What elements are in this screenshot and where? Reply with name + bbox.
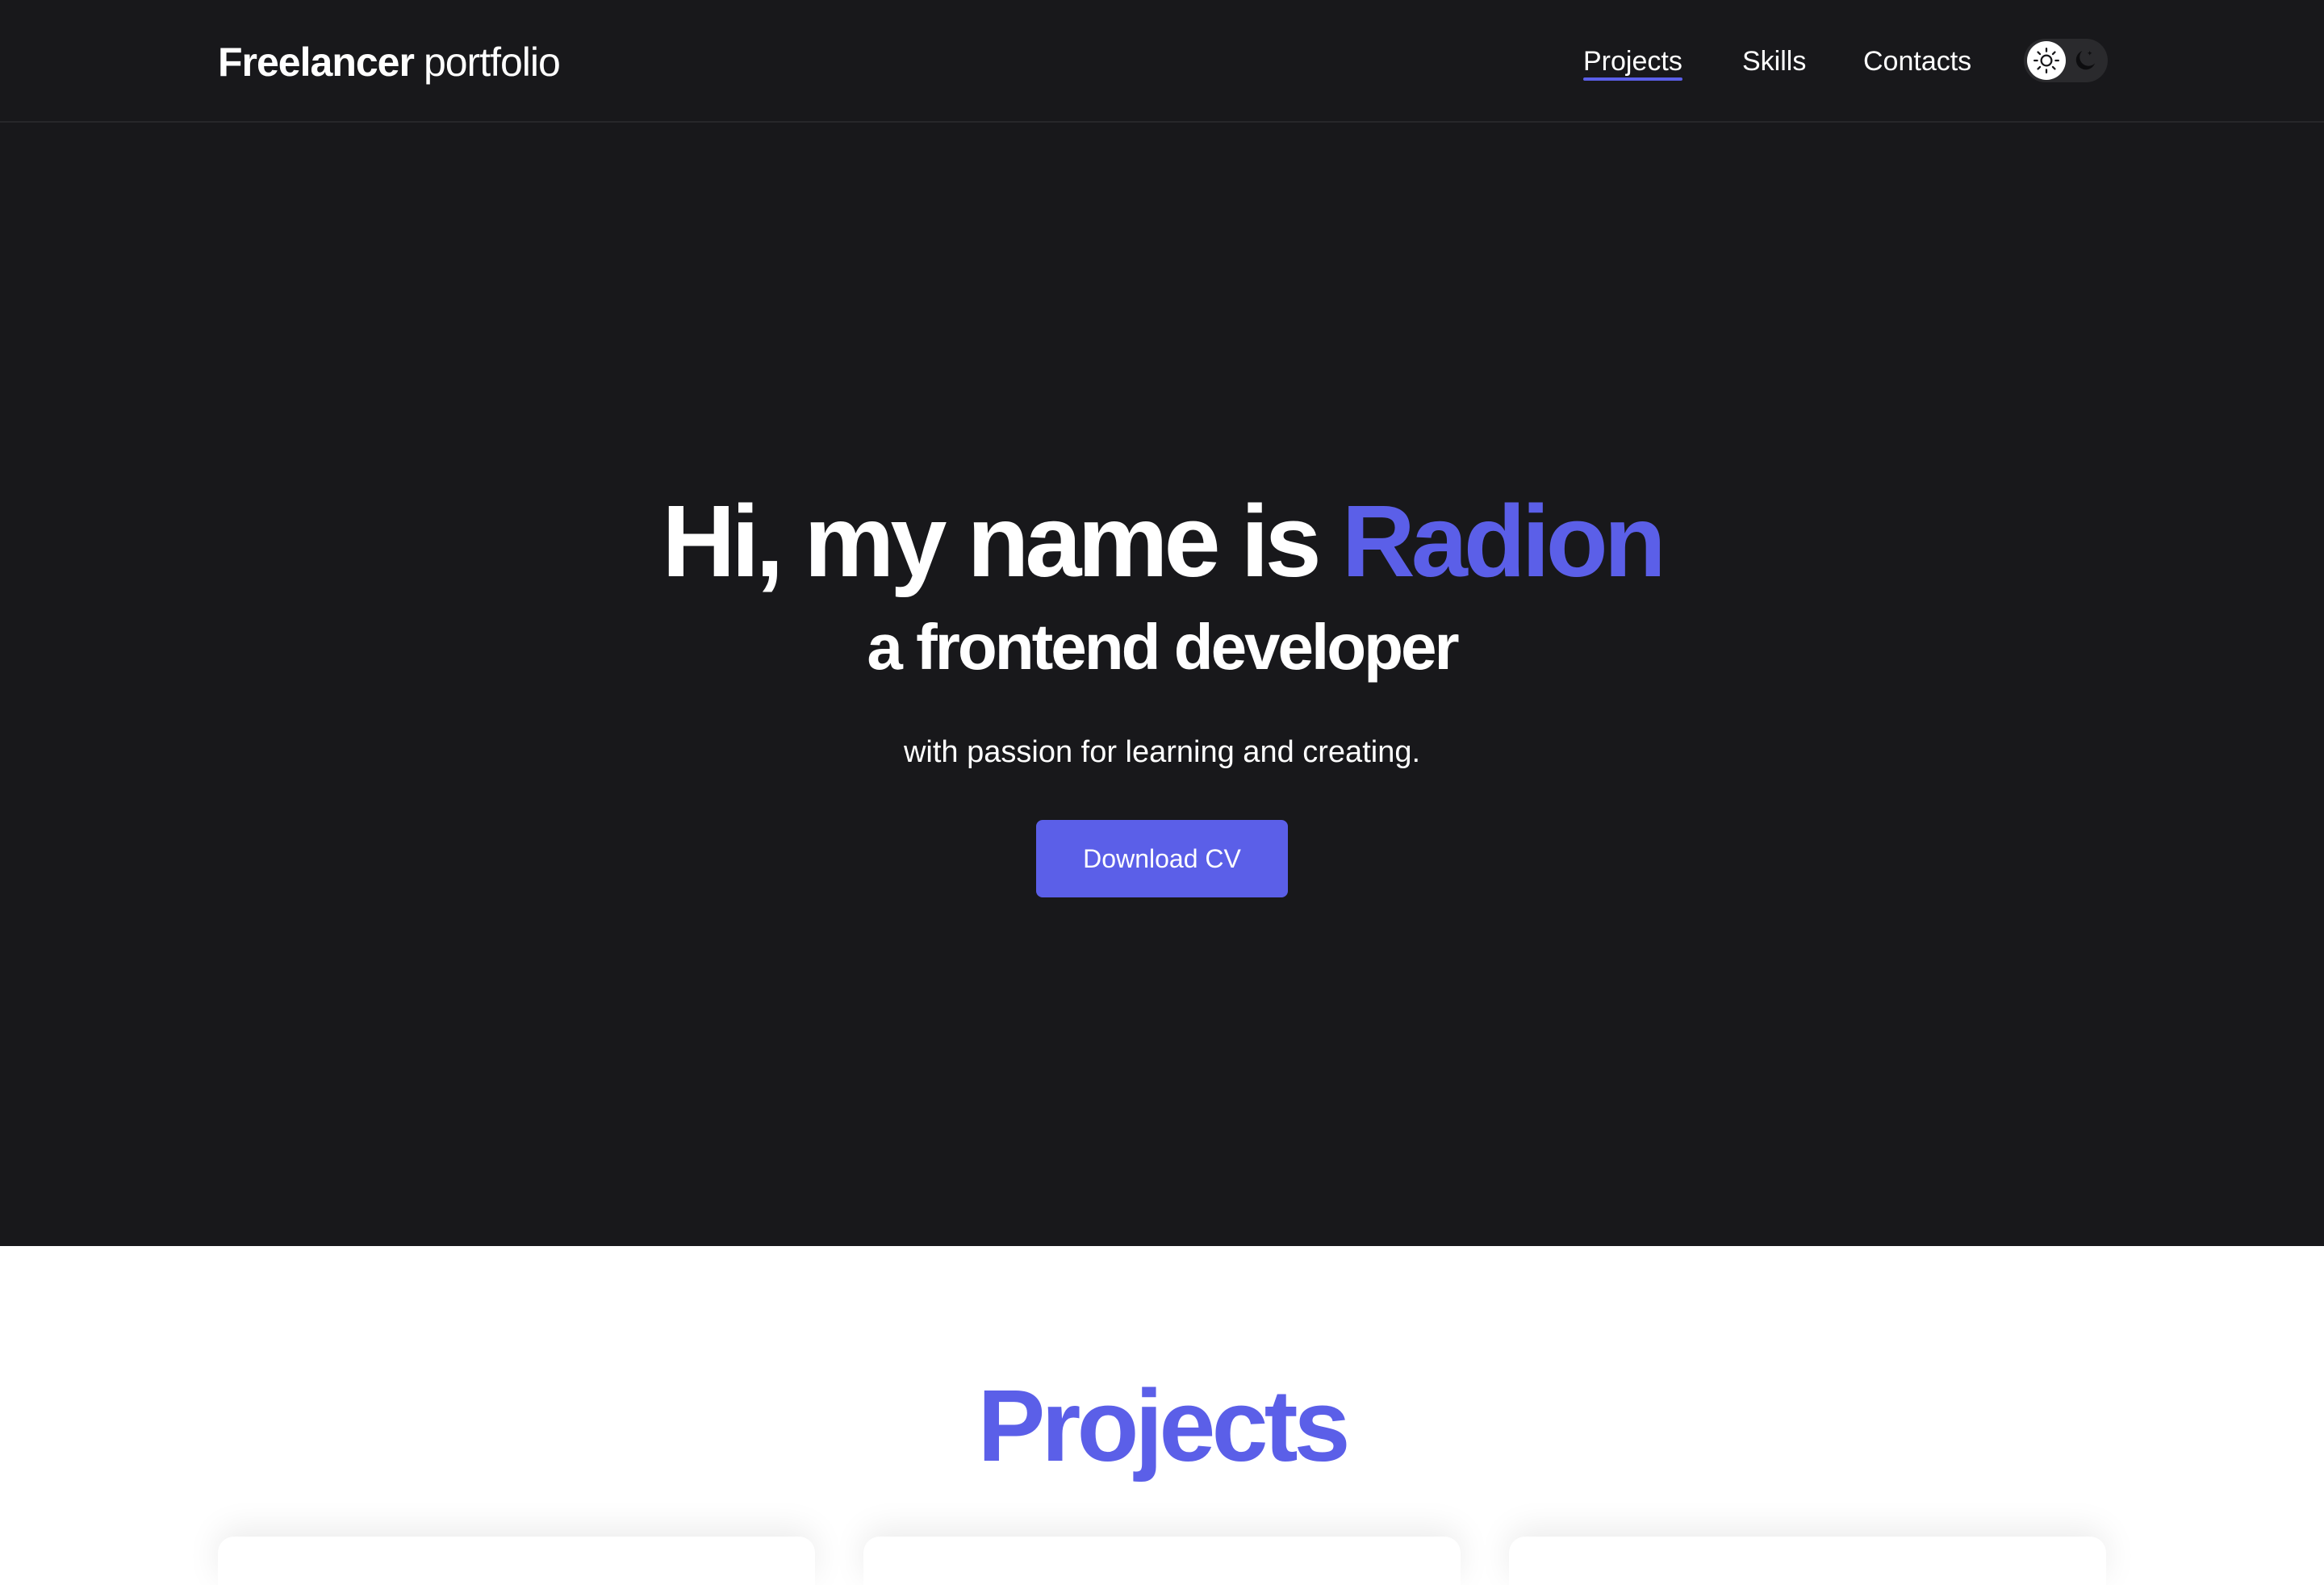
nav-link-label: Contacts xyxy=(1863,46,1972,77)
nav-active-underline xyxy=(1583,77,1682,81)
light-theme-button[interactable] xyxy=(2027,41,2066,80)
hero-name: Radion xyxy=(1341,484,1666,598)
hero-role: a frontend developer xyxy=(867,611,1459,683)
hero-section: Hi, my name is Radion a frontend develop… xyxy=(0,123,2324,1246)
nav-link-label: Skills xyxy=(1742,46,1807,77)
hero-title-prefix: Hi, my name is xyxy=(662,484,1342,598)
hero-tagline: with passion for learning and creating. xyxy=(903,735,1421,769)
project-card[interactable] xyxy=(218,1537,815,1585)
nav-link-skills[interactable]: Skills xyxy=(1742,36,1806,87)
logo-strong-text: Freelancer xyxy=(218,40,415,85)
nav-link-contacts[interactable]: Contacts xyxy=(1863,36,1971,87)
site-logo[interactable]: Freelancer portfolio xyxy=(218,34,561,90)
project-card[interactable] xyxy=(1509,1537,2106,1585)
projects-title: Projects xyxy=(977,1369,1350,1483)
logo-light-text: portfolio xyxy=(423,40,561,85)
sun-icon xyxy=(2033,47,2060,74)
projects-section: Projects xyxy=(0,1246,2324,1585)
download-cv-button[interactable]: Download CV xyxy=(1036,820,1288,897)
hero-title: Hi, my name is Radion xyxy=(0,481,2324,602)
nav-link-label: Projects xyxy=(1583,46,1682,77)
moon-icon xyxy=(2075,50,2096,70)
dark-theme-button[interactable] xyxy=(2066,41,2105,80)
nav-link-projects[interactable]: Projects xyxy=(1583,36,1682,87)
theme-toggle[interactable] xyxy=(2024,39,2108,82)
project-card[interactable] xyxy=(863,1537,1461,1585)
site-header: Freelancer portfolio Projects Skills Cont… xyxy=(0,0,2324,123)
